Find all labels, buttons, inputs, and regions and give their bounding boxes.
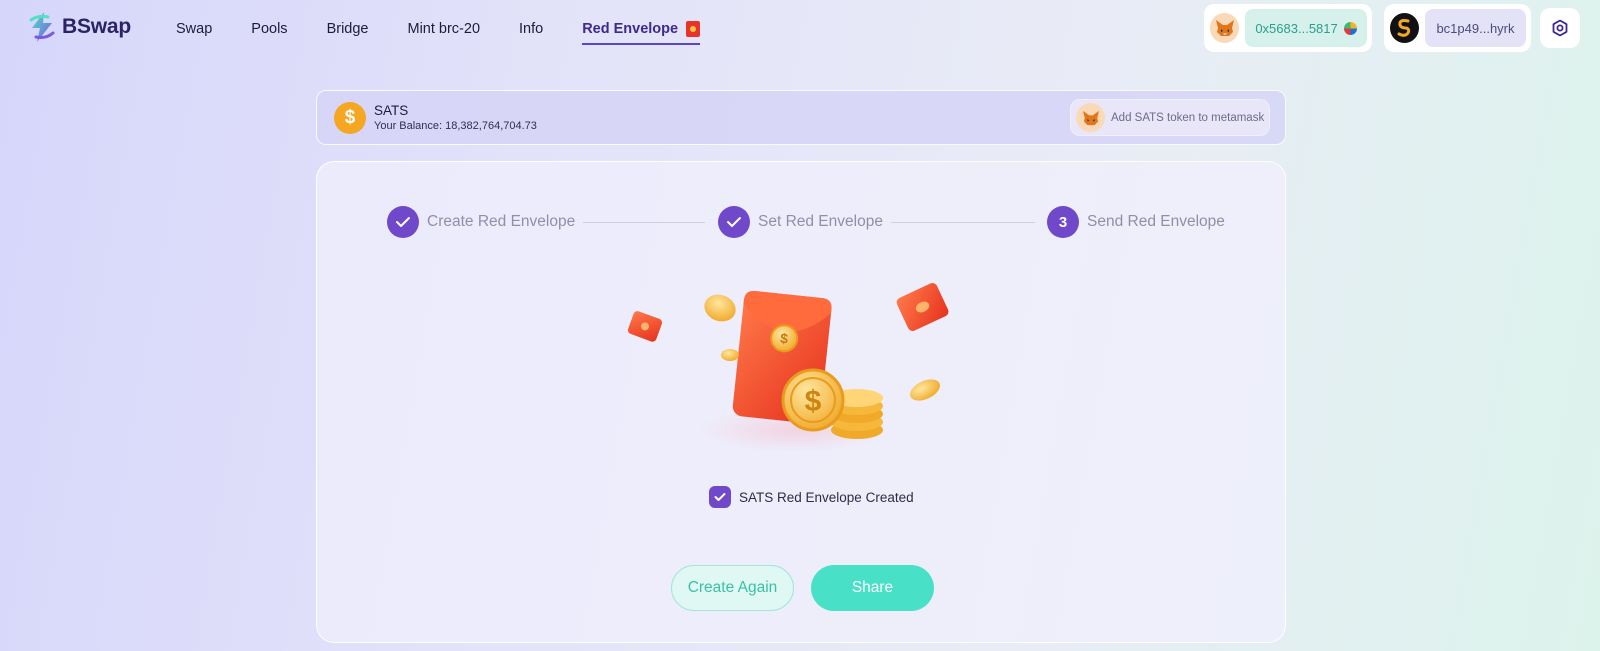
nav-pools-label: Pools (251, 21, 288, 37)
main-nav: Swap Pools Bridge Mint brc-20 Info Red E… (176, 0, 739, 58)
step-label: Send Red Envelope (1087, 213, 1225, 230)
nav-info-label: Info (519, 21, 544, 37)
top-header: BSwap Swap Pools Bridge Mint brc-20 Info… (0, 0, 1600, 58)
network-icon (1343, 21, 1357, 35)
add-token-to-metamask-button[interactable]: Add SATS token to metamask (1070, 99, 1270, 136)
step-divider (891, 222, 1035, 223)
settings-hex-icon (1552, 19, 1568, 37)
step-create: Create Red Envelope (387, 206, 575, 238)
sats-token-icon: $ (334, 102, 366, 134)
step-label: Create Red Envelope (427, 213, 576, 230)
red-envelope-card: Create Red Envelope Set Red Envelope 3 S… (316, 161, 1286, 643)
btc-wallet[interactable]: bc1p49...hyrk (1384, 4, 1531, 52)
check-icon (387, 206, 419, 238)
share-button[interactable]: Share (811, 565, 934, 611)
nav-bridge-label: Bridge (326, 21, 369, 37)
token-info-bar: $ SATS Your Balance: 18,382,764,704.73 A… (316, 90, 1286, 145)
bswap-logo[interactable]: BSwap (28, 11, 131, 43)
metamask-fox-icon (1076, 103, 1105, 132)
svg-text:$: $ (805, 385, 822, 418)
evm-address-pill[interactable]: 0x5683...5817 (1245, 9, 1367, 47)
metamask-fox-icon (1210, 13, 1240, 43)
token-balance: Your Balance: 18,382,764,704.73 (374, 120, 537, 132)
red-envelope-illustration: $ $ (627, 283, 949, 452)
nav-pools[interactable]: Pools (251, 21, 287, 37)
nav-red-envelope[interactable]: Red Envelope (582, 21, 701, 45)
bswap-logo-icon (29, 12, 55, 42)
btc-address: bc1p49...hyrk (1436, 20, 1515, 36)
creation-status: SATS Red Envelope Created (709, 486, 914, 508)
evm-address: 0x5683...5817 (1255, 20, 1338, 36)
add-token-label: Add SATS token to metamask (1111, 111, 1265, 124)
nav-mint-brc20-label: Mint brc-20 (407, 21, 481, 37)
red-envelope-icon (686, 21, 701, 37)
nav-swap-label: Swap (176, 21, 213, 37)
check-icon (718, 206, 750, 238)
nav-swap[interactable]: Swap (176, 21, 212, 37)
step-number: 3 (1047, 206, 1079, 238)
small-envelope-icon (627, 311, 663, 342)
create-again-button[interactable]: Create Again (671, 565, 794, 611)
sats-logo-icon (1390, 13, 1419, 43)
token-symbol: SATS (374, 103, 409, 118)
step-divider (583, 222, 705, 223)
step-label: Set Red Envelope (758, 213, 883, 230)
btc-address-pill[interactable]: bc1p49...hyrk (1424, 9, 1526, 47)
nav-info[interactable]: Info (519, 21, 543, 37)
checkbox-checked-icon (709, 486, 731, 508)
app-name: BSwap (62, 15, 132, 38)
creation-message: SATS Red Envelope Created (739, 489, 914, 505)
settings-button[interactable] (1540, 8, 1580, 48)
nav-mint-brc20[interactable]: Mint brc-20 (407, 21, 480, 37)
nav-bridge[interactable]: Bridge (327, 21, 369, 37)
step-send: 3 Send Red Envelope (1047, 206, 1225, 238)
step-set: Set Red Envelope (718, 206, 883, 238)
nav-red-envelope-label: Red Envelope (582, 21, 679, 37)
evm-wallet[interactable]: 0x5683...5817 (1204, 4, 1372, 52)
